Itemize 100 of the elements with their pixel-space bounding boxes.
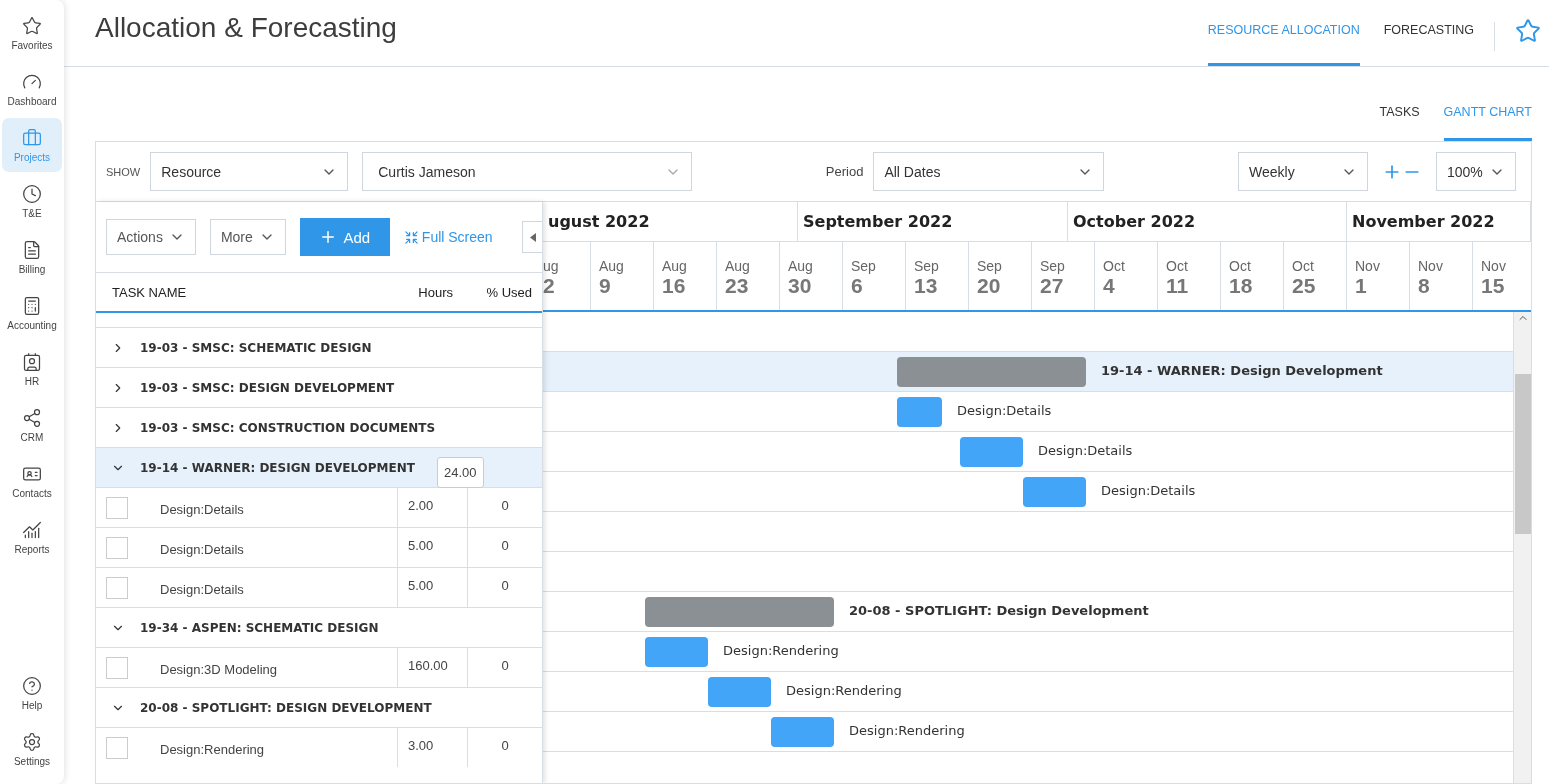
hours-cell: 5.00 — [397, 528, 467, 567]
week-month: Oct — [1229, 258, 1252, 274]
clock-icon — [22, 183, 42, 204]
task-bar[interactable] — [771, 717, 834, 747]
sidebar-item[interactable]: HR — [2, 342, 62, 396]
week-month: Aug — [788, 258, 814, 274]
task-bar[interactable] — [897, 397, 942, 427]
bar-label: Design:Rendering — [849, 723, 965, 738]
network-icon — [22, 407, 42, 428]
favorite-star-icon[interactable] — [1515, 18, 1541, 44]
show-select[interactable]: Resource — [150, 152, 349, 191]
week-day: 4 — [1103, 274, 1157, 298]
week-day: 6 — [851, 274, 905, 298]
page-title: Allocation & Forecasting — [95, 12, 398, 44]
bar-label: 19-14 - WARNER: Design Development — [1101, 363, 1383, 378]
sidebar-item[interactable]: Dashboard — [2, 62, 62, 116]
week-month: Nov — [1355, 258, 1381, 274]
collapse-panel-button[interactable] — [522, 221, 542, 253]
task-name: Design:Details — [160, 541, 245, 557]
bar-label: 20-08 - SPOTLIGHT: Design Development — [849, 603, 1149, 618]
task-bar[interactable] — [960, 437, 1023, 467]
column-header: % Used — [485, 284, 533, 300]
week-day: 9 — [599, 274, 653, 298]
sidebar-item[interactable]: Accounting — [2, 286, 62, 340]
group-label: 19-14 - WARNER: DESIGN DEVELOPMENT — [140, 460, 415, 475]
actions-dropdown[interactable]: Actions — [106, 219, 196, 255]
task-name: Design:Details — [160, 581, 245, 597]
period-label: Period — [825, 164, 864, 179]
sidebar-item[interactable]: Favorites — [2, 6, 62, 60]
month-header: September 2022 — [798, 202, 1068, 241]
week-month: ug — [543, 258, 560, 274]
task-bar[interactable] — [645, 637, 708, 667]
week-month: Sep — [977, 258, 1003, 274]
week-month: Oct — [1166, 258, 1189, 274]
sidebar-item[interactable]: T&E — [2, 174, 62, 228]
hours-cell: 3.00 — [397, 728, 467, 767]
week-day: 27 — [1040, 274, 1094, 298]
week-day: 13 — [914, 274, 968, 298]
task-bar[interactable] — [1023, 477, 1086, 507]
bar-label: Design:Details — [1101, 483, 1196, 498]
scrollbar[interactable] — [1513, 312, 1531, 783]
task-name: Design:Details — [160, 501, 245, 517]
summary-bar[interactable] — [645, 597, 834, 627]
week-month: Sep — [851, 258, 877, 274]
zoom-select[interactable]: 100% — [1436, 152, 1516, 191]
week-day: 1 — [1355, 274, 1409, 298]
header-tab[interactable]: FORECASTING — [1383, 0, 1474, 66]
period-select[interactable]: All Dates — [873, 152, 1105, 191]
group-label: 19-03 - SMSC: CONSTRUCTION DOCUMENTS — [140, 420, 436, 435]
help-icon — [22, 675, 42, 696]
sidebar-item[interactable]: Settings — [2, 722, 62, 776]
group-label: 19-03 - SMSC: SCHEMATIC DESIGN — [140, 340, 372, 355]
used-cell: 0 — [467, 728, 542, 767]
row-checkbox[interactable] — [106, 736, 128, 759]
view-tab[interactable]: TASKS — [1379, 101, 1420, 141]
week-month: Aug — [599, 258, 625, 274]
calculator-icon — [22, 295, 42, 316]
group-row[interactable]: 19-03 - SMSC: CONSTRUCTION DOCUMENTS — [96, 407, 542, 447]
week-day: 15 — [1481, 274, 1531, 298]
row-checkbox[interactable] — [106, 576, 128, 599]
week-month: Nov — [1481, 258, 1507, 274]
person-select[interactable]: Curtis Jameson — [362, 152, 693, 191]
settings-icon — [22, 731, 42, 752]
week-day: 18 — [1229, 274, 1283, 298]
week-day: 11 — [1166, 274, 1220, 298]
group-row[interactable]: 20-08 - SPOTLIGHT: DESIGN DEVELOPMENT — [96, 687, 542, 727]
week-month: Sep — [914, 258, 940, 274]
sidebar-item[interactable]: Contacts — [2, 454, 62, 508]
week-day: 30 — [788, 274, 842, 298]
week-month: Sep — [1040, 258, 1066, 274]
sidebar-item[interactable]: Help — [2, 666, 62, 720]
month-header: October 2022 — [1068, 202, 1347, 241]
week-day: 25 — [1292, 274, 1346, 298]
row-checkbox[interactable] — [106, 656, 128, 679]
week-month: Aug — [725, 258, 751, 274]
sidebar-item[interactable]: CRM — [2, 398, 62, 452]
scale-select[interactable]: Weekly — [1238, 152, 1368, 191]
sidebar-item[interactable]: Billing — [2, 230, 62, 284]
used-cell: 0 — [467, 528, 542, 567]
group-row[interactable]: 19-34 - ASPEN: SCHEMATIC DESIGN — [96, 607, 542, 647]
bar-label: Design:Rendering — [723, 643, 839, 658]
show-label: SHOW — [106, 165, 141, 178]
task-bar[interactable] — [708, 677, 771, 707]
more-dropdown[interactable]: More — [209, 219, 286, 255]
week-month: Nov — [1418, 258, 1444, 274]
group-row[interactable]: 19-03 - SMSC: SCHEMATIC DESIGN — [96, 327, 542, 367]
task-name: Design:3D Modeling — [160, 661, 279, 677]
row-checkbox[interactable] — [106, 496, 128, 519]
summary-bar[interactable] — [897, 357, 1086, 387]
week-day: 16 — [662, 274, 716, 298]
group-row[interactable]: 19-03 - SMSC: DESIGN DEVELOPMENT — [96, 367, 542, 407]
group-label: 19-03 - SMSC: DESIGN DEVELOPMENT — [140, 380, 395, 395]
badge-icon — [22, 351, 42, 372]
hours-tooltip: 24.00 — [437, 457, 484, 488]
sidebar-item[interactable]: Reports — [2, 510, 62, 564]
row-checkbox[interactable] — [106, 536, 128, 559]
column-header: TASK NAME — [111, 284, 188, 300]
bar-label: Design:Details — [1038, 443, 1133, 458]
week-day: 23 — [725, 274, 779, 298]
week-month: Oct — [1292, 258, 1315, 274]
